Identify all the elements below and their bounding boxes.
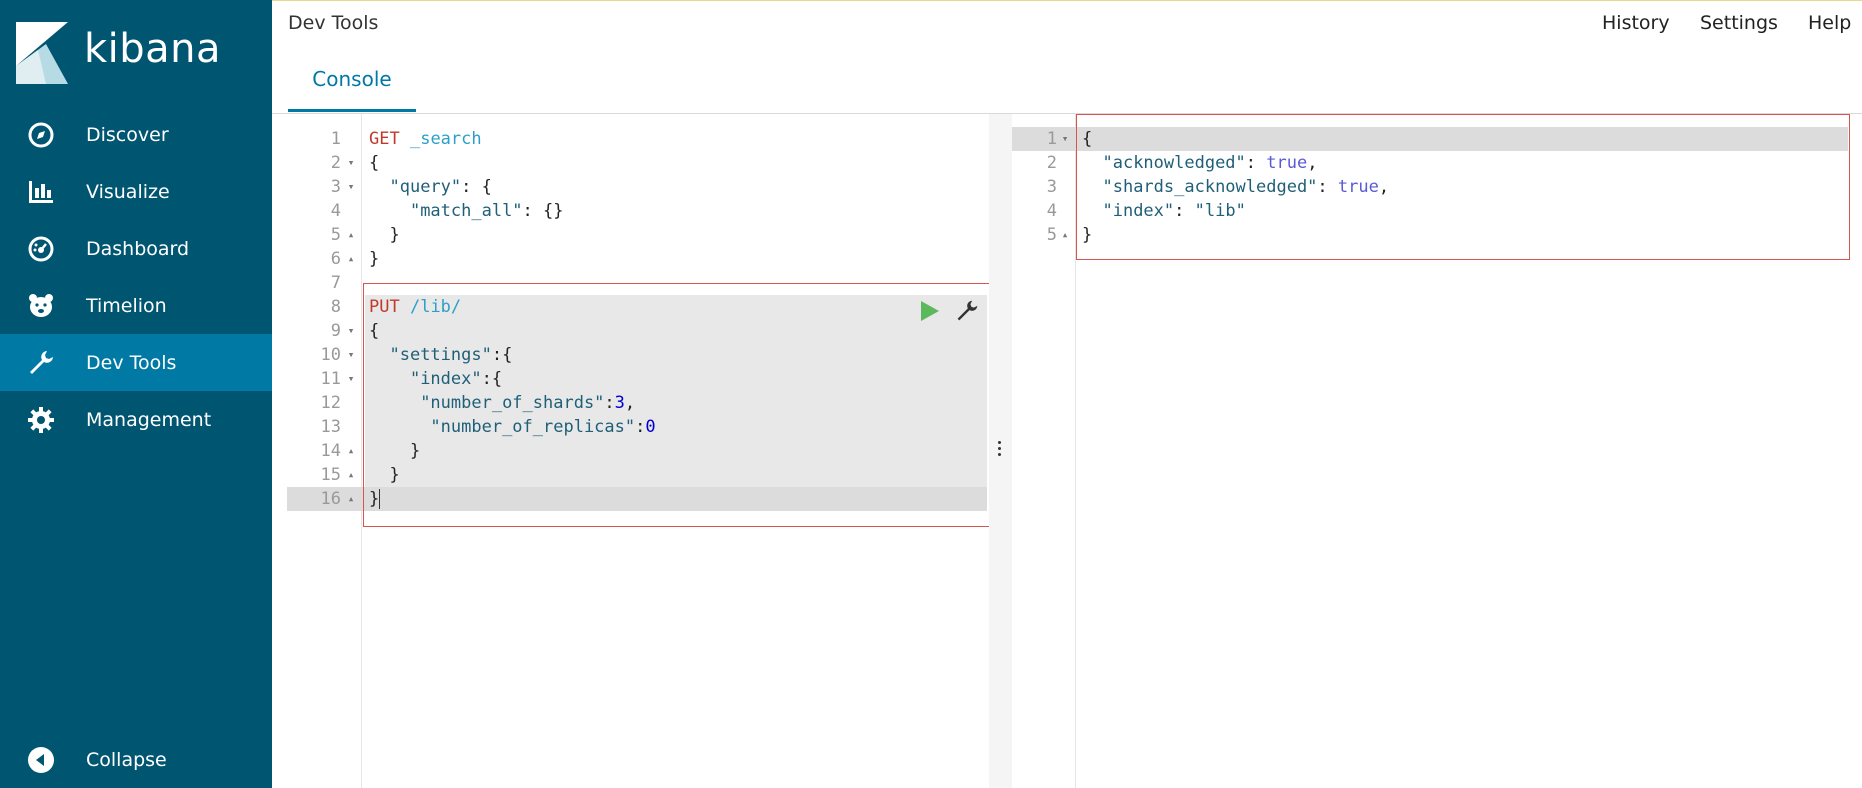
sidebar-item-dashboard[interactable]: Dashboard — [0, 220, 272, 277]
line-number: 14 — [320, 441, 341, 461]
timelion-bear-icon — [26, 292, 56, 320]
sidebar-item-label: Management — [86, 408, 212, 431]
code-line: "query": { — [389, 177, 492, 197]
kibana-logo[interactable]: kibana — [0, 0, 272, 100]
code-line: } — [389, 465, 400, 485]
history-link[interactable]: History — [1602, 12, 1670, 34]
code-line: } — [389, 225, 400, 245]
sidebar-item-label: Discover — [86, 123, 169, 146]
sidebar-item-label: Dev Tools — [86, 351, 177, 374]
sidebar-item-label: Visualize — [86, 180, 170, 203]
fold-toggle-icon[interactable]: ▾ — [345, 319, 357, 343]
line-number: 4 — [330, 201, 341, 221]
code-line: { — [1082, 129, 1093, 149]
line-number: 11 — [320, 369, 341, 389]
code-line: "settings":{ — [389, 345, 513, 365]
code-line: "index": "lib" — [1102, 201, 1246, 221]
fold-toggle-icon[interactable]: ▾ — [345, 175, 357, 199]
sidebar-item-visualize[interactable]: Visualize — [0, 163, 272, 220]
text-cursor — [379, 489, 381, 509]
code-line: "acknowledged": true, — [1102, 153, 1318, 173]
line-number: 3 — [1046, 177, 1057, 197]
line-number: 3 — [330, 177, 341, 197]
tab-active-indicator — [288, 109, 416, 112]
line-number: 6 — [330, 249, 341, 269]
splitter-handle-icon[interactable] — [998, 441, 1002, 457]
line-number: 13 — [320, 417, 341, 437]
brand-name: kibana — [84, 26, 222, 72]
fold-toggle-icon[interactable]: ▾ — [345, 343, 357, 367]
help-link[interactable]: Help — [1808, 12, 1851, 34]
response-editor[interactable]: 1 ▾ {2 "acknowledged": true, 3 "shards_ackn… — [1012, 114, 1862, 788]
bar-chart-icon — [26, 178, 56, 206]
sidebar-item-discover[interactable]: Discover — [0, 106, 272, 163]
tab-console[interactable]: Console — [288, 57, 416, 112]
unfold-marker-icon[interactable]: ▴ — [345, 247, 357, 271]
code-line: "match_all": {} — [409, 201, 564, 221]
code-line: { — [369, 153, 380, 173]
top-nav-links: History Settings Help — [1602, 12, 1862, 38]
code-line: } — [1082, 225, 1093, 245]
settings-link[interactable]: Settings — [1700, 12, 1778, 34]
unfold-marker-icon[interactable]: ▴ — [345, 463, 357, 487]
request-actions — [917, 297, 983, 325]
wrench-icon[interactable] — [955, 299, 979, 323]
compass-icon — [26, 121, 56, 149]
line-number: 7 — [330, 273, 341, 293]
collapse-label: Collapse — [86, 749, 167, 771]
sidebar-item-management[interactable]: Management — [0, 391, 272, 448]
line-number: 2 — [1046, 153, 1057, 173]
code-line: PUT /lib/ — [369, 297, 462, 317]
collapse-arrow-icon — [26, 746, 56, 774]
sidebar-collapse-button[interactable]: Collapse — [0, 732, 272, 788]
kibana-logo-icon — [16, 22, 68, 84]
gear-icon — [26, 406, 56, 434]
unfold-marker-icon[interactable]: ▴ — [1059, 223, 1071, 247]
tab-label: Console — [312, 67, 392, 91]
line-number: 1 — [1046, 129, 1057, 149]
sidebar-item-dev-tools[interactable]: Dev Tools — [0, 334, 272, 391]
line-number: 2 — [330, 153, 341, 173]
request-editor[interactable]: 1 GET _search 2 ▾{3 ▾ "query": {4 "match_all… — [287, 114, 991, 788]
code-line: "shards_acknowledged": true, — [1102, 177, 1390, 197]
line-number: 4 — [1046, 201, 1057, 221]
active-line-highlight — [287, 487, 987, 511]
app-header: Dev Tools History Settings Help Console — [272, 1, 1862, 113]
line-number: 15 — [320, 465, 341, 485]
line-number: 9 — [330, 321, 341, 341]
code-line: } — [369, 489, 381, 509]
page-title: Dev Tools — [288, 12, 379, 34]
sidebar-nav: Discover Visualize Dashboard Timelion De… — [0, 106, 272, 448]
fold-toggle-icon[interactable]: ▾ — [345, 367, 357, 391]
line-number: 12 — [320, 393, 341, 413]
code-line: "number_of_shards":3, — [420, 393, 636, 413]
fold-toggle-icon[interactable]: ▾ — [345, 151, 357, 175]
line-number: 10 — [320, 345, 341, 365]
code-line: GET _search — [369, 129, 482, 149]
fold-toggle-icon[interactable]: ▾ — [1059, 127, 1071, 151]
play-icon[interactable] — [917, 299, 941, 323]
response-active-line-highlight — [1012, 127, 1848, 151]
sidebar: kibana Discover Visualize Dashboard Time… — [0, 0, 272, 788]
unfold-marker-icon[interactable]: ▴ — [345, 487, 357, 511]
code-line: { — [369, 321, 380, 341]
line-number: 16 — [320, 489, 341, 509]
code-line: } — [369, 249, 380, 269]
line-number: 1 — [330, 129, 341, 149]
sidebar-item-label: Dashboard — [86, 237, 190, 260]
unfold-marker-icon[interactable]: ▴ — [345, 223, 357, 247]
code-line: } — [409, 441, 421, 461]
unfold-marker-icon[interactable]: ▴ — [345, 439, 357, 463]
code-line: "index":{ — [409, 369, 503, 389]
sidebar-item-label: Timelion — [86, 294, 167, 317]
code-line: "number_of_replicas":0 — [430, 417, 656, 437]
sidebar-item-timelion[interactable]: Timelion — [0, 277, 272, 334]
wrench-icon — [26, 349, 56, 377]
dashboard-gauge-icon — [26, 235, 56, 263]
line-number: 8 — [330, 297, 341, 317]
line-number: 5 — [1046, 225, 1057, 245]
line-number: 5 — [330, 225, 341, 245]
